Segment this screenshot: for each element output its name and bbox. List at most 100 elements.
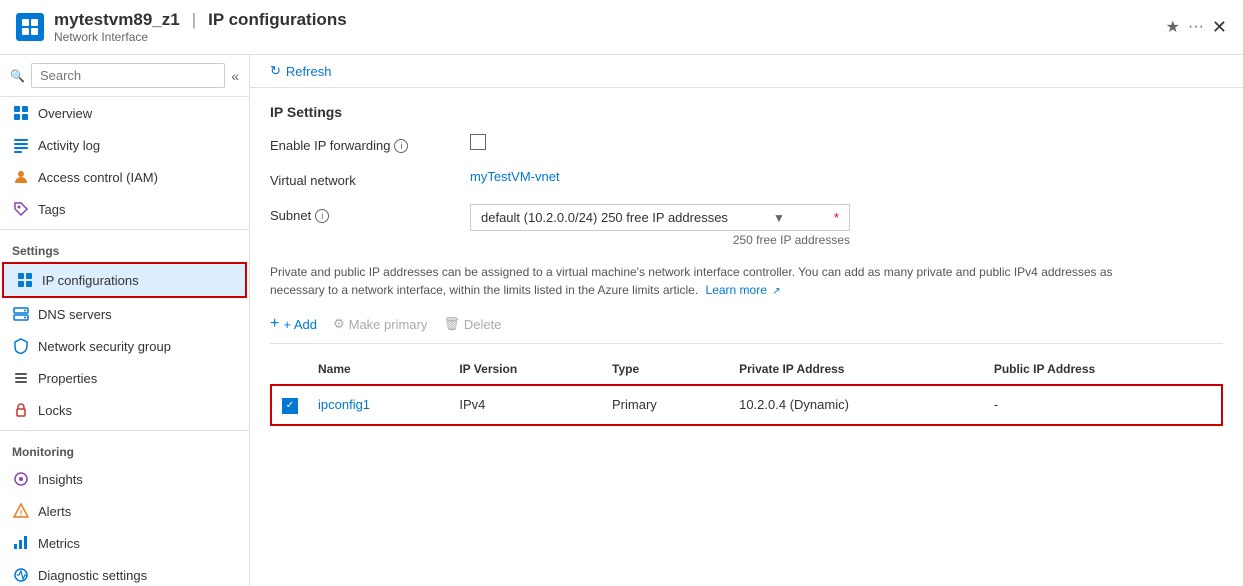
sidebar-item-diagnostic-settings-label: Diagnostic settings: [38, 568, 147, 583]
sidebar-item-insights[interactable]: Insights: [0, 463, 249, 495]
learn-more-link[interactable]: Learn more: [706, 283, 767, 297]
sidebar-item-tags[interactable]: Tags: [0, 193, 249, 225]
virtual-network-link[interactable]: myTestVM-vnet: [470, 169, 560, 184]
overview-icon: [12, 104, 30, 122]
table-header: Name IP Version Type Private IP Address …: [271, 354, 1222, 385]
virtual-network-value: myTestVM-vnet: [470, 169, 1223, 184]
sidebar-item-metrics-label: Metrics: [38, 536, 80, 551]
row-public-ip-cell: -: [984, 385, 1222, 425]
make-primary-button[interactable]: ⚙ Make primary: [333, 316, 427, 332]
sidebar-item-activity-log[interactable]: Activity log: [0, 129, 249, 161]
virtual-network-label: Virtual network: [270, 169, 470, 188]
ip-config-name-link[interactable]: ipconfig1: [318, 397, 370, 412]
sidebar-item-diagnostic-settings[interactable]: Diagnostic settings: [0, 559, 249, 586]
sidebar-divider-1: [0, 229, 249, 230]
content-body: IP Settings Enable IP forwarding i Virtu…: [250, 88, 1243, 586]
table-row[interactable]: ✓ ipconfig1 IPv4 Primary 10.2.0.4 (Dynam…: [271, 385, 1222, 425]
add-button[interactable]: + + Add: [270, 315, 317, 333]
close-icon[interactable]: ✕: [1212, 17, 1227, 38]
refresh-button[interactable]: ↻ Refresh: [270, 63, 331, 79]
sidebar-item-nsg-label: Network security group: [38, 339, 171, 354]
subnet-info-icon[interactable]: i: [315, 209, 329, 223]
make-primary-label: Make primary: [349, 317, 428, 332]
sidebar-item-overview-label: Overview: [38, 106, 92, 121]
row-checkbox-checked: ✓: [282, 398, 298, 414]
activity-log-icon: [12, 136, 30, 154]
table-header-name: Name: [308, 354, 449, 385]
title-bar: mytestvm89_z1 | IP configurations Networ…: [0, 0, 1243, 55]
sidebar-item-overview[interactable]: Overview: [0, 97, 249, 129]
ip-settings-title: IP Settings: [270, 104, 1223, 120]
subnet-row: Subnet i default (10.2.0.0/24) 250 free …: [270, 204, 1223, 247]
action-bar: + + Add ⚙ Make primary 🗑 Delete: [270, 311, 1223, 344]
enable-forwarding-info-icon[interactable]: i: [394, 139, 408, 153]
sidebar-item-alerts-label: Alerts: [38, 504, 71, 519]
content-area: ↻ Refresh IP Settings Enable IP forwardi…: [250, 55, 1243, 586]
refresh-icon: ↻: [270, 63, 281, 79]
monitoring-section-label: Monitoring: [0, 435, 249, 463]
subnet-note: 250 free IP addresses: [470, 233, 850, 247]
metrics-icon: [12, 534, 30, 552]
subnet-dropdown-chevron: ▼: [773, 211, 785, 225]
subnet-dropdown-text: default (10.2.0.0/24) 250 free IP addres…: [481, 210, 728, 225]
subnet-wrapper: default (10.2.0.0/24) 250 free IP addres…: [470, 204, 850, 247]
enable-forwarding-row: Enable IP forwarding i: [270, 134, 1223, 153]
sidebar-divider-2: [0, 430, 249, 431]
search-icon: 🔍: [10, 69, 25, 83]
row-ip-version-cell: IPv4: [449, 385, 602, 425]
subnet-value: default (10.2.0.0/24) 250 free IP addres…: [470, 204, 1223, 247]
table-header-checkbox-col: [271, 354, 308, 385]
add-label: + Add: [283, 317, 317, 332]
info-text: Private and public IP addresses can be a…: [270, 263, 1170, 299]
row-private-ip-cell: 10.2.0.4 (Dynamic): [729, 385, 984, 425]
resource-name: mytestvm89_z1: [54, 10, 180, 30]
resource-icon: [16, 13, 44, 41]
ip-configs-table: Name IP Version Type Private IP Address …: [270, 354, 1223, 426]
sidebar-item-metrics[interactable]: Metrics: [0, 527, 249, 559]
search-input[interactable]: [31, 63, 225, 88]
make-primary-icon: ⚙: [333, 316, 345, 332]
enable-forwarding-value: [470, 134, 1223, 150]
sidebar-item-access-control[interactable]: Access control (IAM): [0, 161, 249, 193]
subnet-dropdown[interactable]: default (10.2.0.0/24) 250 free IP addres…: [470, 204, 850, 231]
row-type-cell: Primary: [602, 385, 729, 425]
sidebar-item-locks-label: Locks: [38, 403, 72, 418]
collapse-sidebar-button[interactable]: «: [231, 68, 239, 84]
enable-forwarding-label: Enable IP forwarding i: [270, 134, 470, 153]
virtual-network-row: Virtual network myTestVM-vnet: [270, 169, 1223, 188]
sidebar-item-alerts[interactable]: Alerts: [0, 495, 249, 527]
title-bar-actions: ★ ··· ✕: [1166, 17, 1227, 38]
settings-section-label: Settings: [0, 234, 249, 262]
insights-icon: [12, 470, 30, 488]
network-security-group-icon: [12, 337, 30, 355]
table-header-ip-version: IP Version: [449, 354, 602, 385]
table-header-row: Name IP Version Type Private IP Address …: [271, 354, 1222, 385]
delete-label: Delete: [464, 317, 502, 332]
sidebar-item-properties[interactable]: Properties: [0, 362, 249, 394]
add-icon: +: [270, 315, 279, 333]
sidebar-item-ip-configurations-label: IP configurations: [42, 273, 139, 288]
delete-icon: 🗑: [443, 316, 460, 332]
row-checkbox-cell[interactable]: ✓: [271, 385, 308, 425]
sidebar-item-dns-servers[interactable]: DNS servers: [0, 298, 249, 330]
table-header-type: Type: [602, 354, 729, 385]
page-title: IP configurations: [208, 10, 347, 30]
delete-button[interactable]: 🗑 Delete: [443, 316, 501, 332]
refresh-label: Refresh: [286, 64, 332, 79]
more-options-icon[interactable]: ···: [1188, 18, 1204, 36]
sidebar-item-ip-configurations[interactable]: IP configurations: [2, 262, 247, 298]
sidebar-item-properties-label: Properties: [38, 371, 97, 386]
sidebar-item-insights-label: Insights: [38, 472, 83, 487]
favorite-icon[interactable]: ★: [1166, 17, 1180, 37]
sidebar-item-dns-servers-label: DNS servers: [38, 307, 112, 322]
sidebar-item-access-control-label: Access control (IAM): [38, 170, 158, 185]
sidebar-item-tags-label: Tags: [38, 202, 65, 217]
external-link-icon: ↗: [772, 286, 780, 297]
sidebar-item-locks[interactable]: Locks: [0, 394, 249, 426]
enable-forwarding-checkbox[interactable]: [470, 134, 486, 150]
subnet-label: Subnet i: [270, 204, 470, 223]
content-toolbar: ↻ Refresh: [250, 55, 1243, 88]
alerts-icon: [12, 502, 30, 520]
properties-icon: [12, 369, 30, 387]
sidebar-item-network-security-group[interactable]: Network security group: [0, 330, 249, 362]
